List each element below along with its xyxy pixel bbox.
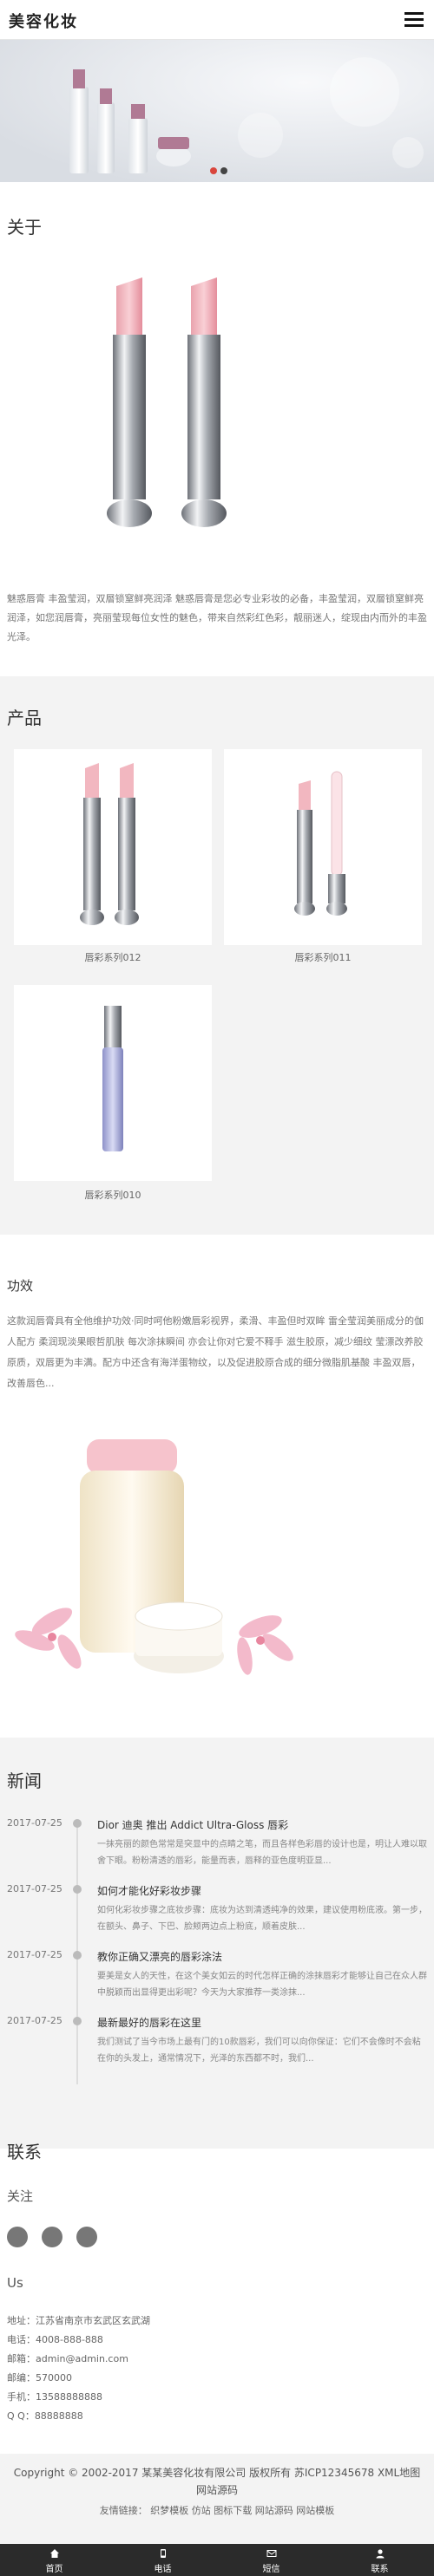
carousel-dot-1[interactable] bbox=[210, 167, 217, 174]
friend-links[interactable]: 友情链接： 织梦模板 仿站 图标下载 网站源码 网站模板 bbox=[0, 2503, 434, 2517]
about-lipstick-image bbox=[107, 277, 227, 527]
contact-email[interactable]: 邮箱：admin@admin.com bbox=[7, 2351, 128, 2365]
product-name[interactable]: 唇彩系列010 bbox=[14, 1188, 212, 1202]
timeline-dot bbox=[73, 1819, 82, 1828]
news-desc: 要美是女人的天性，在这个美女如云的时代怎样正确的涂抹唇彩才能够让自己在众人群中脱… bbox=[97, 1972, 427, 1998]
contact-address: 地址：江苏省南京市玄武区玄武湖 bbox=[7, 2315, 150, 2326]
banner-carousel[interactable] bbox=[0, 40, 434, 182]
site-logo[interactable]: 美容化妆 bbox=[9, 10, 78, 32]
product-name[interactable]: 唇彩系列011 bbox=[224, 950, 422, 964]
effect-cosmetics-image bbox=[15, 1439, 293, 1675]
news-date: 2017-07-25 bbox=[7, 1883, 62, 1895]
effect-title: 功效 bbox=[7, 1278, 34, 1294]
news-title-link[interactable]: 如何才能化好彩妆步骤 bbox=[97, 1883, 201, 1898]
nav-home[interactable]: 首页 bbox=[0, 2544, 108, 2576]
bottom-nav: 首页 电话 短信 联系 bbox=[0, 2544, 434, 2576]
timeline-dot bbox=[73, 1951, 82, 1960]
timeline-dot bbox=[73, 1885, 82, 1894]
news-title: 新闻 bbox=[7, 1771, 42, 1791]
nav-phone-label: 电话 bbox=[154, 2565, 172, 2574]
follow-label: 关注 bbox=[7, 2188, 34, 2204]
wechat-icon[interactable] bbox=[42, 2227, 62, 2247]
nav-contact-label: 联系 bbox=[371, 2565, 389, 2574]
contact-qq[interactable]: Q Q：88888888 bbox=[7, 2409, 83, 2423]
about-title: 关于 bbox=[7, 217, 42, 238]
carousel-dot-2[interactable] bbox=[220, 167, 227, 174]
products-title: 产品 bbox=[7, 708, 42, 728]
news-date: 2017-07-25 bbox=[7, 2015, 62, 2026]
product-image bbox=[80, 763, 139, 925]
qq-icon[interactable] bbox=[7, 2227, 28, 2247]
contact-icon bbox=[376, 2549, 384, 2559]
news-title-link[interactable]: 教你正确又漂亮的唇彩涂法 bbox=[97, 1949, 222, 1964]
product-card[interactable] bbox=[224, 749, 422, 945]
contact-phone[interactable]: 电话：4008-888-888 bbox=[7, 2332, 103, 2346]
news-desc: 一抹亮丽的颜色常常是突显中的点睛之笔，而且各样色彩唇的设计也是，明让人难以取舍下… bbox=[97, 1840, 427, 1866]
timeline-dot bbox=[73, 2017, 82, 2025]
footer: Copyright © 2002-2017 某某美容化妆有限公司 版权所有 苏I… bbox=[0, 2454, 434, 2544]
product-image bbox=[102, 1006, 123, 1151]
effect-text: 这款润唇膏具有全他维护功效·同时呵他粉嫩唇彩视界，柔滑、丰盈但时双眸 雷全莹润美… bbox=[7, 1315, 424, 1389]
weibo-icon[interactable] bbox=[76, 2227, 97, 2247]
news-desc: 如何化彩妆步骤之底妆步骤：底妆为达到清透纯净的效果，建议使用粉底液。第一步，在额… bbox=[97, 1906, 427, 1932]
product-card[interactable] bbox=[14, 985, 212, 1181]
banner-image bbox=[0, 40, 434, 182]
news-date: 2017-07-25 bbox=[7, 1949, 62, 1960]
news-title-link[interactable]: Dior 迪奥 推出 Addict Ultra-Gloss 唇彩 bbox=[97, 1817, 288, 1832]
news-desc: 我们测试了当今市场上最有门的10款唇彩，我们可以向你保证：它们不会像时不会粘在你… bbox=[97, 2038, 421, 2064]
product-name[interactable]: 唇彩系列012 bbox=[14, 950, 212, 964]
message-icon bbox=[266, 2550, 276, 2557]
nav-message-label: 短信 bbox=[262, 2565, 280, 2574]
phone-icon bbox=[160, 2549, 166, 2558]
home-icon bbox=[49, 2549, 59, 2558]
us-label: Us bbox=[7, 2275, 23, 2291]
copyright-text: Copyright © 2002-2017 某某美容化妆有限公司 版权所有 苏I… bbox=[13, 2467, 421, 2496]
product-image bbox=[294, 771, 347, 916]
contact-postcode: 邮编：570000 bbox=[7, 2372, 72, 2384]
news-date: 2017-07-25 bbox=[7, 1817, 62, 1829]
contact-title: 联系 bbox=[7, 2142, 42, 2162]
nav-contact[interactable]: 联系 bbox=[326, 2544, 434, 2576]
about-text: 魅惑唇膏 丰盈莹润，双層锁窒鲜亮润泽 魅惑唇膏是您必专业彩妆的必备，丰盈莹润，双… bbox=[7, 593, 427, 642]
nav-home-label: 首页 bbox=[45, 2565, 63, 2574]
nav-message[interactable]: 短信 bbox=[217, 2544, 326, 2576]
product-card[interactable] bbox=[14, 749, 212, 945]
contact-mobile[interactable]: 手机：13588888888 bbox=[7, 2390, 102, 2403]
menu-icon[interactable] bbox=[404, 12, 424, 28]
news-title-link[interactable]: 最新最好的唇彩在这里 bbox=[97, 2015, 201, 2030]
news-section bbox=[0, 1738, 434, 2149]
nav-phone[interactable]: 电话 bbox=[108, 2544, 217, 2576]
top-bar: 美容化妆 bbox=[0, 0, 434, 40]
